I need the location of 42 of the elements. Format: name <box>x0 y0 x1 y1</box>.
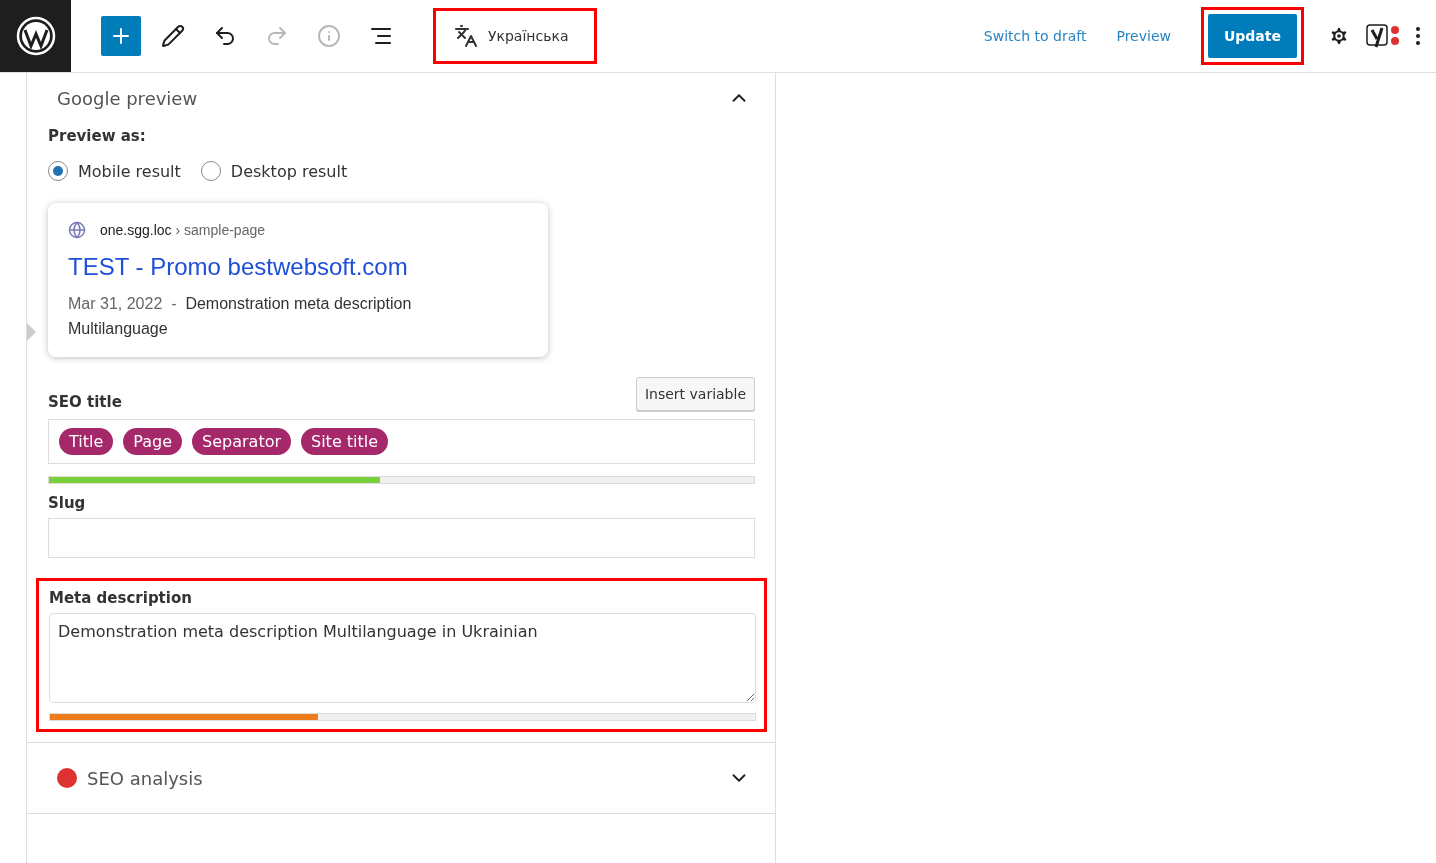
update-button[interactable]: Update <box>1207 14 1297 58</box>
globe-icon <box>68 221 86 239</box>
pencil-icon <box>161 24 185 48</box>
seo-title-label: SEO title <box>48 393 122 411</box>
undo-icon <box>213 24 237 48</box>
translate-icon <box>454 24 478 48</box>
redo-icon <box>265 24 289 48</box>
settings-icon <box>1328 25 1350 47</box>
meta-description-label: Meta description <box>49 589 193 607</box>
more-options-button[interactable] <box>1416 27 1420 45</box>
preview-as-label: Preview as: <box>48 127 147 145</box>
result-url: one.sgg.loc › sample-page <box>100 222 265 238</box>
language-switcher[interactable]: Українська <box>433 8 597 64</box>
seo-title-field[interactable]: Title Page Separator Site title <box>48 419 755 464</box>
result-title[interactable]: TEST - Promo bestwebsoft.com <box>68 253 528 281</box>
variable-tag: Page <box>123 428 183 455</box>
google-preview-toggle[interactable]: Google preview <box>27 73 775 109</box>
wordpress-logo-icon <box>15 16 56 56</box>
language-label: Українська <box>488 28 569 44</box>
add-block-button[interactable] <box>101 16 141 56</box>
yoast-button[interactable] <box>1366 23 1400 49</box>
section-title: SEO analysis <box>87 767 203 789</box>
variable-tag: Site title <box>301 428 389 455</box>
header-link[interactable]: Preview <box>1116 28 1171 44</box>
radio-label: Desktop result <box>230 161 348 181</box>
seo-analysis-toggle[interactable]: SEO analysis <box>27 742 775 814</box>
result-description: Mar 31, 2022 - Demonstration meta description Multilanguage <box>68 294 413 339</box>
expand-arrow-icon <box>27 323 36 341</box>
more-options-icon <box>1416 27 1420 45</box>
variable-tag: Separator <box>192 428 291 455</box>
header-link[interactable]: Switch to draft <box>983 28 1087 44</box>
insert-variable-button[interactable]: Insert variable <box>635 377 755 411</box>
radio-label: Mobile result <box>78 161 181 181</box>
info-icon <box>317 24 341 48</box>
variable-tag: Title <box>59 428 114 455</box>
slug-label: Slug <box>48 494 87 512</box>
settings-button[interactable] <box>1328 25 1350 47</box>
meta-description-field[interactable]: Demonstration meta description Multilanguage in Ukrainian <box>49 613 756 703</box>
wordpress-logo[interactable] <box>0 0 71 72</box>
slug-field[interactable] <box>48 518 755 558</box>
plugin-logo-icon <box>1366 23 1400 49</box>
section-title: Google preview <box>57 87 198 109</box>
